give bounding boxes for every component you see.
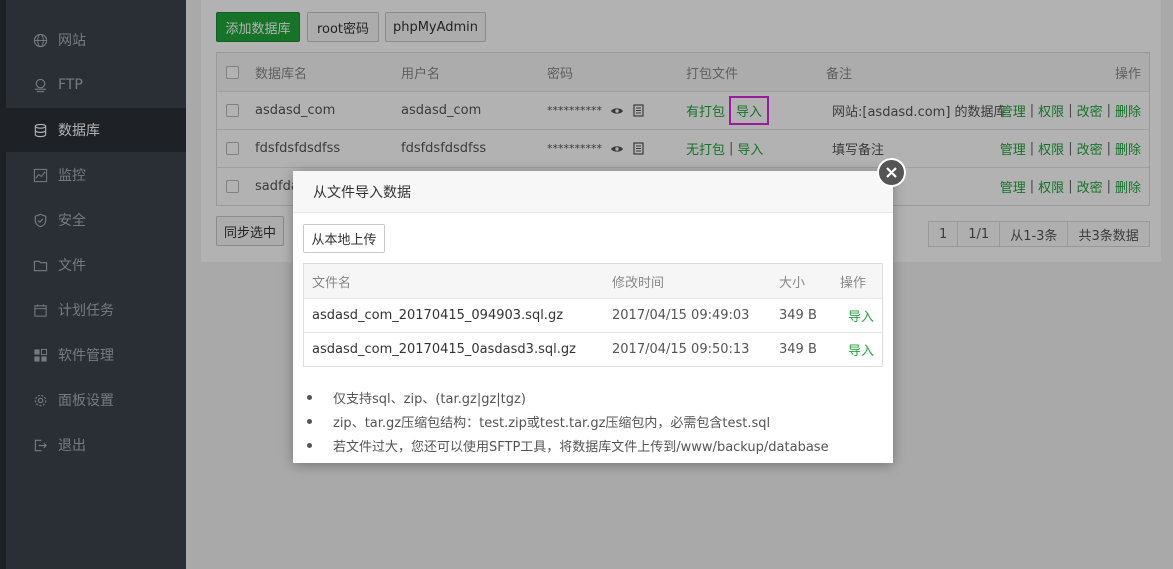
file-mtime: 2017/04/15 09:49:03: [612, 308, 750, 323]
file-import-link[interactable]: 导入: [848, 299, 874, 332]
import-notes: 仅支持sql、zip、(tar.gz|gz|tgz) zip、tar.gz压缩包…: [307, 385, 829, 457]
note-item: 仅支持sql、zip、(tar.gz|gz|tgz): [307, 385, 829, 409]
file-table-header: 文件名 修改时间 大小 操作: [304, 264, 882, 298]
file-size: 349 B: [779, 342, 817, 357]
modal-title: 从文件导入数据: [293, 171, 893, 213]
col-header-size: 大小: [779, 275, 806, 291]
import-modal: 从文件导入数据 从本地上传 文件名 修改时间 大小 操作 asdasd_com_…: [293, 171, 893, 463]
file-name: asdasd_com_20170415_094903.sql.gz: [312, 308, 564, 323]
file-mtime: 2017/04/15 09:50:13: [612, 342, 750, 357]
file-import-link[interactable]: 导入: [848, 333, 874, 366]
note-item: zip、tar.gz压缩包结构：test.zip或test.tar.gz压缩包内…: [307, 409, 829, 433]
col-header-ops: 操作: [840, 275, 867, 291]
col-header-filename: 文件名: [312, 275, 352, 291]
file-size: 349 B: [779, 308, 817, 323]
note-item: 若文件过大，您还可以使用SFTP工具，将数据库文件上传到/www/backup/…: [307, 433, 829, 457]
file-row: asdasd_com_20170415_0asdasd3.sql.gz 2017…: [304, 332, 882, 366]
upload-local-button[interactable]: 从本地上传: [303, 224, 385, 253]
file-row: asdasd_com_20170415_094903.sql.gz 2017/0…: [304, 298, 882, 332]
file-name: asdasd_com_20170415_0asdasd3.sql.gz: [312, 342, 576, 357]
col-header-mtime: 修改时间: [612, 275, 665, 291]
close-icon[interactable]: [877, 158, 906, 187]
file-table: 文件名 修改时间 大小 操作 asdasd_com_20170415_09490…: [303, 263, 883, 367]
